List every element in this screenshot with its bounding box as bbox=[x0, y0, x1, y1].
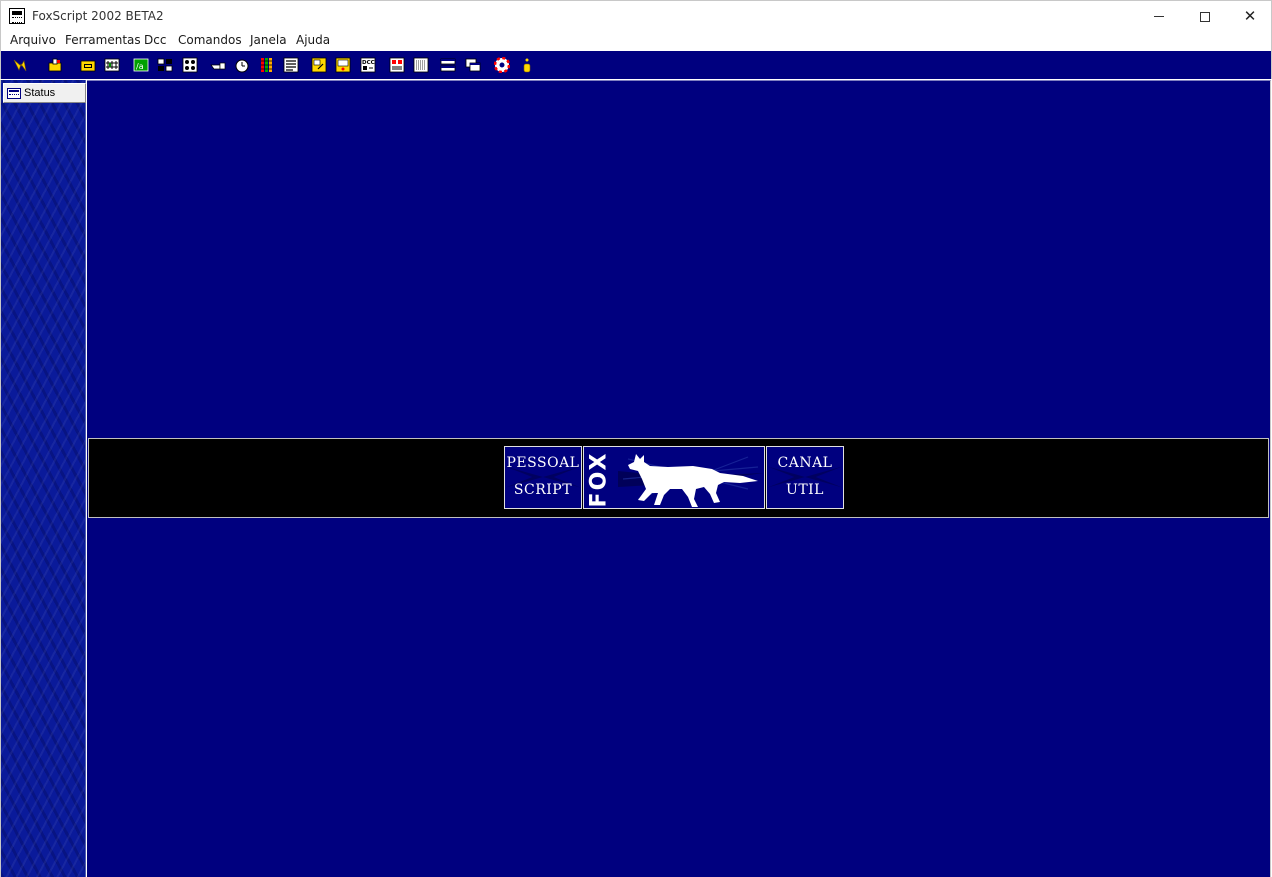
close-button[interactable]: ✕ bbox=[1227, 1, 1272, 32]
tile-icon[interactable] bbox=[440, 57, 456, 73]
menu-ajuda[interactable]: Ajuda bbox=[295, 33, 331, 47]
app-icon[interactable] bbox=[9, 8, 25, 24]
status-window-tab[interactable]: Status bbox=[3, 83, 86, 103]
svg-text:DCC: DCC bbox=[362, 60, 375, 66]
minimize-button[interactable] bbox=[1136, 1, 1182, 32]
timer-icon[interactable] bbox=[234, 57, 250, 73]
banner-fox-panel: FOX bbox=[583, 446, 765, 509]
fox-silhouette-icon bbox=[618, 454, 764, 507]
splash-banner: PESSOAL SCRIPT FOX CANAL UTIL bbox=[88, 438, 1269, 518]
dcc-chat-icon[interactable] bbox=[335, 57, 351, 73]
toolbar: /a DCC bbox=[0, 51, 1272, 79]
address-book-icon[interactable] bbox=[157, 57, 173, 73]
banner-util-text: UTIL bbox=[786, 482, 824, 498]
menu-bar: Arquivo Ferramentas Dcc Comandos Janela … bbox=[0, 31, 1272, 51]
dcc-options-icon[interactable]: DCC bbox=[360, 57, 376, 73]
title-bar: FoxScript 2002 BETA2 ✕ bbox=[0, 0, 1272, 31]
svg-text:/a: /a bbox=[136, 62, 144, 71]
colors-icon[interactable] bbox=[259, 57, 275, 73]
menu-ferramentas[interactable]: Ferramentas bbox=[64, 33, 142, 47]
maximize-icon bbox=[1200, 11, 1210, 22]
banner-canal-text: CANAL bbox=[777, 455, 833, 471]
options-icon[interactable] bbox=[47, 57, 63, 73]
menu-dcc[interactable]: Dcc bbox=[143, 33, 167, 47]
script-editor-icon[interactable]: /a bbox=[133, 57, 149, 73]
channels-icon[interactable] bbox=[104, 57, 120, 73]
banner-pessoal-text: PESSOAL bbox=[506, 455, 580, 471]
finger-icon[interactable] bbox=[210, 57, 226, 73]
menu-comandos[interactable]: Comandos bbox=[177, 33, 243, 47]
received-files-icon[interactable] bbox=[389, 57, 405, 73]
status-tab-label: Status bbox=[24, 87, 56, 99]
close-icon: ✕ bbox=[1243, 7, 1257, 25]
urls-icon[interactable] bbox=[283, 57, 299, 73]
info-icon[interactable] bbox=[519, 57, 535, 73]
window-title: FoxScript 2002 BETA2 bbox=[32, 9, 164, 23]
logs-icon[interactable] bbox=[413, 57, 429, 73]
switchbar: Status bbox=[0, 80, 86, 877]
menu-janela[interactable]: Janela bbox=[249, 33, 288, 47]
menu-arquivo[interactable]: Arquivo bbox=[9, 33, 57, 47]
open-icon[interactable] bbox=[80, 57, 96, 73]
notify-icon[interactable] bbox=[182, 57, 198, 73]
connect-icon[interactable] bbox=[12, 57, 28, 73]
banner-right-panel: CANAL UTIL bbox=[766, 446, 844, 509]
banner-script-text: SCRIPT bbox=[513, 482, 573, 498]
cascade-icon[interactable] bbox=[465, 57, 481, 73]
status-window-icon bbox=[7, 87, 21, 99]
banner-left-panel: PESSOAL SCRIPT bbox=[504, 446, 582, 509]
minimize-icon bbox=[1154, 16, 1164, 17]
maximize-button[interactable] bbox=[1182, 1, 1228, 32]
help-icon[interactable] bbox=[494, 57, 510, 73]
dcc-send-icon[interactable] bbox=[311, 57, 327, 73]
